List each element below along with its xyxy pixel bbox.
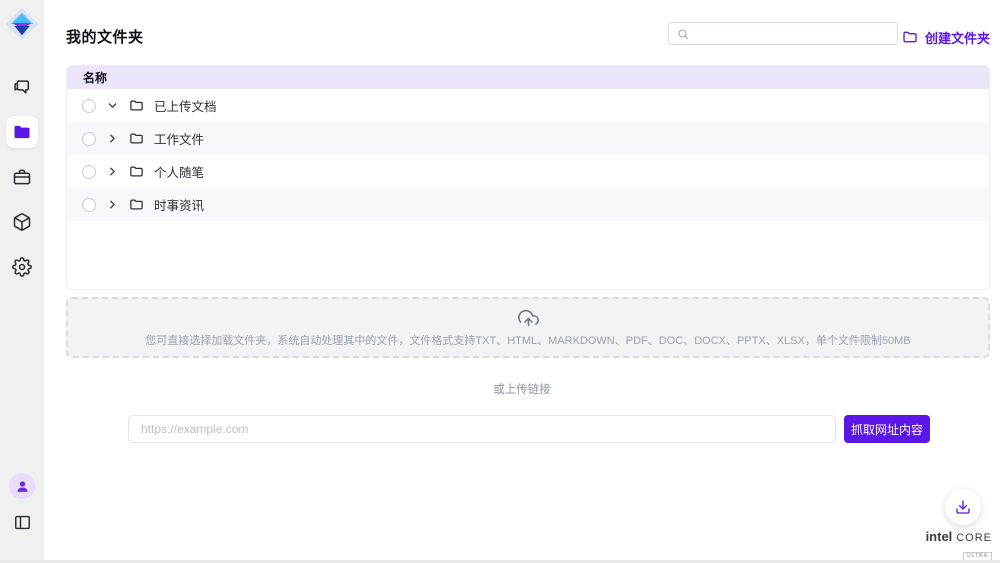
row-label: 已上传文档	[154, 96, 217, 115]
fetch-url-button[interactable]: 抓取网址内容	[844, 415, 930, 443]
search-icon	[677, 28, 689, 40]
row-label: 工作文件	[154, 129, 204, 148]
page-title: 我的文件夹	[66, 26, 144, 47]
chat-icon	[12, 77, 32, 97]
url-input[interactable]	[128, 415, 836, 443]
sidebar-item-models[interactable]	[6, 206, 38, 238]
layout-panel-icon	[13, 513, 32, 532]
download-fab-button[interactable]	[945, 489, 981, 525]
main-content: 我的文件夹 创建文件夹 名称 已上传文档 工作文件	[44, 0, 1000, 560]
upload-cloud-icon	[518, 308, 539, 329]
sidebar-item-folders[interactable]	[6, 116, 38, 148]
or-upload-link-label: 或上传链接	[44, 381, 1000, 397]
folder-icon	[129, 131, 144, 146]
row-label: 个人随笔	[154, 162, 204, 181]
chevron-right-icon[interactable]	[106, 165, 119, 178]
table-header: 名称	[67, 66, 989, 89]
folder-icon	[129, 197, 144, 212]
download-icon	[955, 499, 971, 515]
box-icon	[12, 212, 32, 232]
row-checkbox[interactable]	[82, 198, 96, 212]
folder-table: 名称 已上传文档 工作文件 个人随笔 时事资讯	[66, 65, 990, 290]
table-row[interactable]: 个人随笔	[67, 155, 989, 188]
user-avatar[interactable]	[9, 473, 35, 499]
sidebar-item-workspace[interactable]	[6, 161, 38, 193]
collapse-sidebar-button[interactable]	[6, 506, 38, 538]
folder-icon	[12, 122, 32, 142]
create-folder-button[interactable]: 创建文件夹	[902, 24, 990, 50]
chevron-down-icon[interactable]	[106, 99, 119, 112]
intel-core-logo: intel core ultra	[926, 529, 992, 561]
name-column-header: 名称	[83, 69, 107, 86]
sidebar-item-settings[interactable]	[6, 251, 38, 283]
upload-dropzone[interactable]: 您可直接选择加载文件夹，系统自动处理其中的文件，文件格式支持TXT、HTML、M…	[66, 297, 990, 358]
table-row[interactable]: 已上传文档	[67, 89, 989, 122]
folder-plus-icon	[902, 29, 918, 45]
search-box	[668, 22, 898, 45]
row-checkbox[interactable]	[82, 99, 96, 113]
row-checkbox[interactable]	[82, 165, 96, 179]
url-upload-row: 抓取网址内容	[128, 415, 930, 443]
sidebar	[0, 0, 44, 560]
row-label: 时事资讯	[154, 195, 204, 214]
table-row[interactable]: 时事资讯	[67, 188, 989, 221]
row-checkbox[interactable]	[82, 132, 96, 146]
folder-icon	[129, 164, 144, 179]
core-brand-text: core	[956, 532, 992, 544]
chevron-right-icon[interactable]	[106, 132, 119, 145]
intel-brand-text: intel	[926, 529, 953, 544]
upload-hint-text: 您可直接选择加载文件夹，系统自动处理其中的文件，文件格式支持TXT、HTML、M…	[145, 332, 910, 348]
person-icon	[15, 479, 30, 494]
briefcase-icon	[12, 167, 32, 187]
sidebar-bottom	[6, 473, 38, 538]
gear-icon	[12, 257, 32, 277]
create-folder-label: 创建文件夹	[925, 28, 990, 47]
table-row[interactable]: 工作文件	[67, 122, 989, 155]
folder-icon	[129, 98, 144, 113]
sidebar-item-chat[interactable]	[6, 71, 38, 103]
sidebar-nav	[6, 71, 38, 283]
search-input[interactable]	[695, 27, 889, 41]
app-logo-icon	[3, 5, 41, 43]
chevron-right-icon[interactable]	[106, 198, 119, 211]
